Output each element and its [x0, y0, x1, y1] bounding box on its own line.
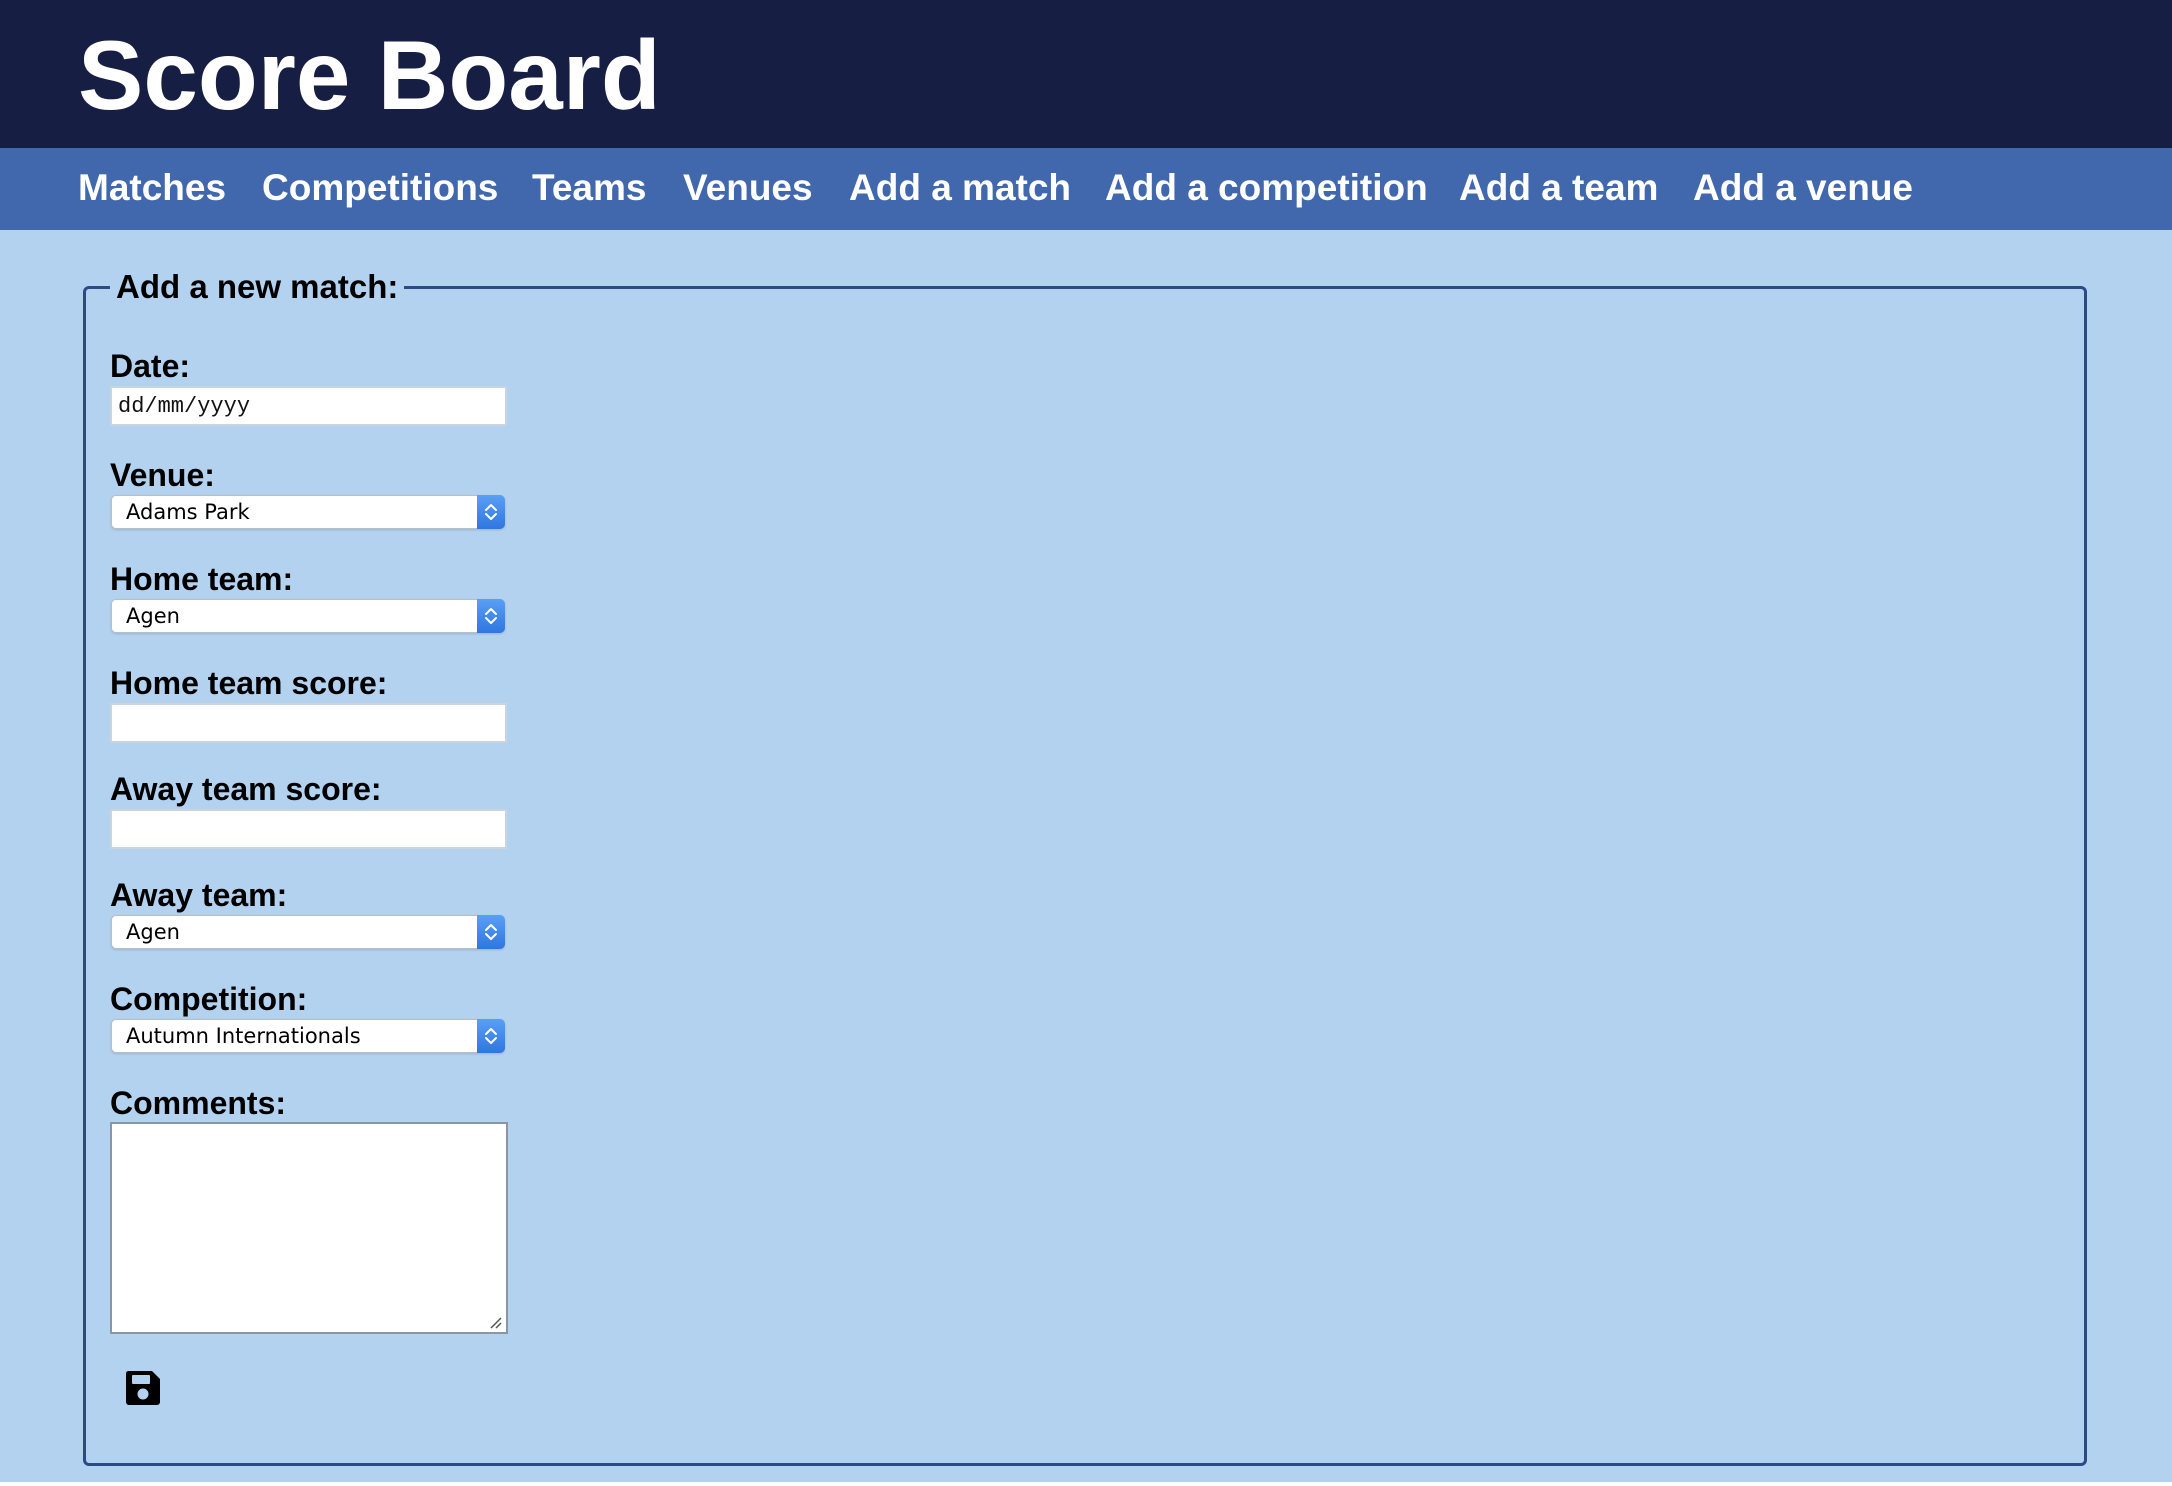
page-bottom-edge — [0, 1482, 2172, 1486]
away-score-input[interactable] — [110, 809, 507, 849]
nav-link-teams[interactable]: Teams — [532, 164, 647, 212]
resize-grip-icon[interactable] — [487, 1314, 503, 1330]
chevron-up-down-icon — [477, 915, 505, 949]
home-team-select-value: Agen — [126, 604, 180, 628]
away-score-label: Away team score: — [110, 771, 382, 807]
date-label: Date: — [110, 348, 191, 384]
nav-link-competitions[interactable]: Competitions — [262, 164, 498, 212]
venue-select[interactable]: Adams Park — [111, 495, 505, 529]
comments-textarea[interactable] — [110, 1122, 508, 1334]
away-team-label: Away team: — [110, 877, 288, 913]
nav-link-add-competition[interactable]: Add a competition — [1105, 164, 1428, 212]
nav-link-matches[interactable]: Matches — [78, 164, 226, 212]
competition-label: Competition: — [110, 981, 308, 1017]
away-team-select[interactable]: Agen — [111, 915, 505, 949]
date-input[interactable] — [110, 386, 507, 426]
nav-link-add-match[interactable]: Add a match — [849, 164, 1071, 212]
save-button[interactable] — [124, 1369, 162, 1407]
home-team-label: Home team: — [110, 561, 294, 597]
comments-label: Comments: — [110, 1085, 287, 1121]
floppy-disk-icon — [125, 1371, 160, 1405]
venue-label: Venue: — [110, 457, 215, 493]
venue-select-value: Adams Park — [126, 500, 250, 524]
site-title: Score Board — [78, 20, 661, 130]
competition-select[interactable]: Autumn Internationals — [111, 1019, 505, 1053]
nav-link-venues[interactable]: Venues — [683, 164, 813, 212]
main-nav: Matches Competitions Teams Venues Add a … — [0, 148, 2172, 230]
form-legend: Add a new match: — [110, 266, 405, 308]
nav-link-add-team[interactable]: Add a team — [1459, 164, 1658, 212]
home-score-input[interactable] — [110, 703, 507, 743]
home-score-label: Home team score: — [110, 665, 388, 701]
site-header: Score Board — [0, 0, 2172, 148]
nav-link-add-venue[interactable]: Add a venue — [1693, 164, 1913, 212]
chevron-up-down-icon — [477, 495, 505, 529]
competition-select-value: Autumn Internationals — [126, 1024, 361, 1048]
away-team-select-value: Agen — [126, 920, 180, 944]
home-team-select[interactable]: Agen — [111, 599, 505, 633]
chevron-up-down-icon — [477, 1019, 505, 1053]
chevron-up-down-icon — [477, 599, 505, 633]
